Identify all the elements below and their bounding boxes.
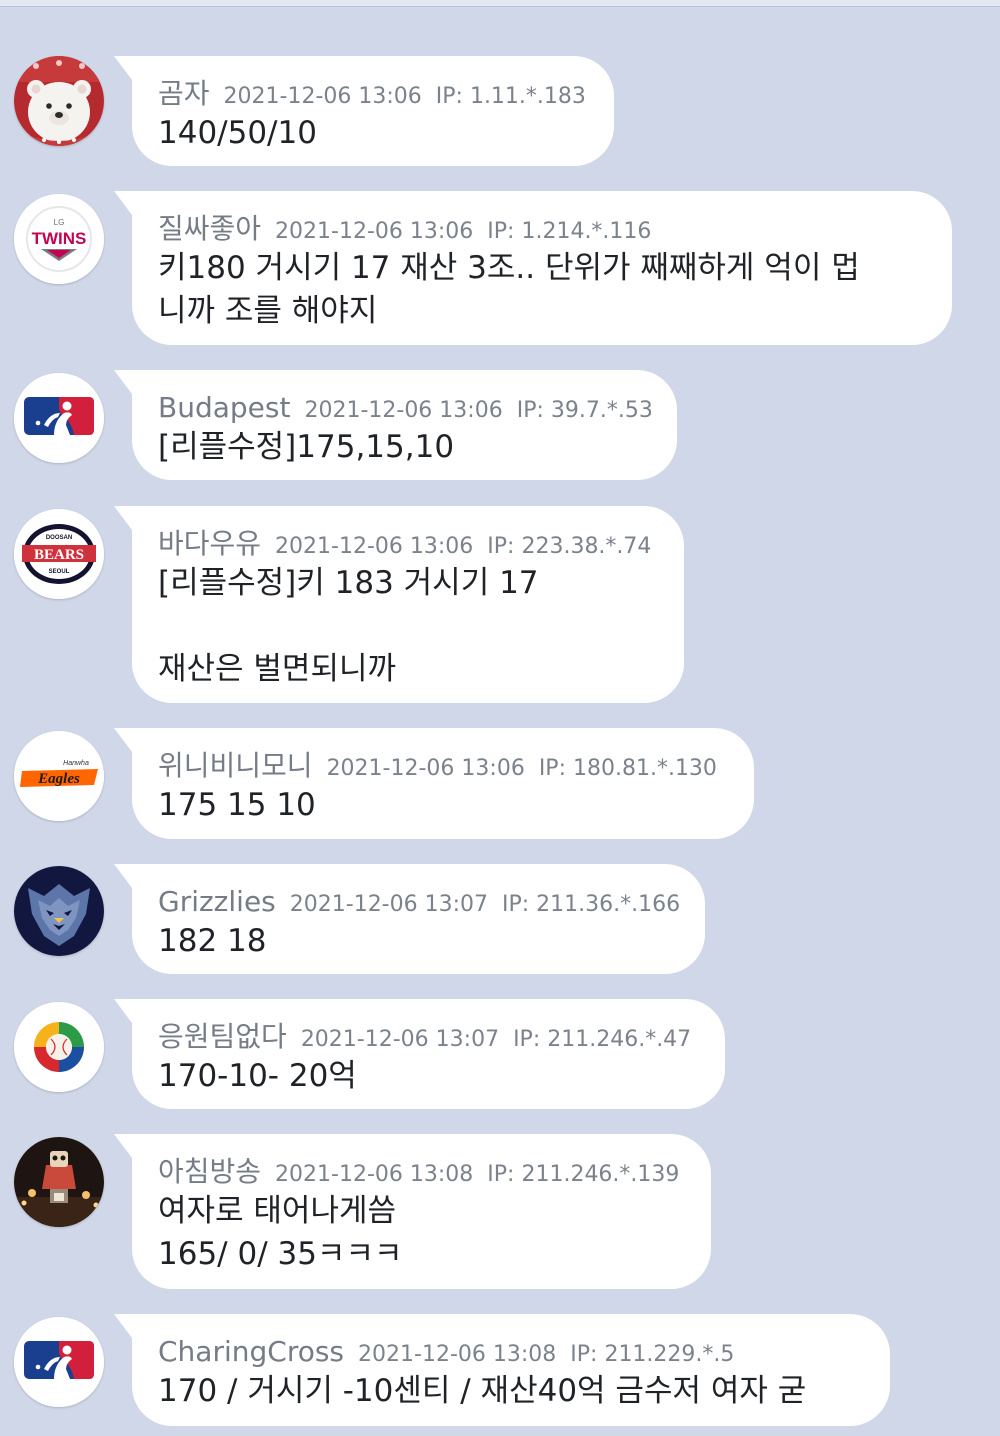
grizzlies-logo-icon[interactable] [14,866,104,956]
comment-bubble: Budapest 2021-12-06 13:06 IP: 39.7.*.53 [리… [114,370,677,480]
comment-timestamp: 2021-12-06 13:06 [275,534,474,559]
comment-timestamp: 2021-12-06 13:06 [275,219,474,244]
comment-meta: 응원팀없다 2021-12-06 13:07 IP: 211.246.*.47 [158,1021,693,1053]
comment-timestamp: 2021-12-06 13:07 [289,892,489,917]
comment-timestamp: 2021-12-06 13:07 [300,1027,500,1052]
comment-text: 182 18 [158,923,267,959]
lg-twins-logo-icon[interactable]: LG TWINS [14,194,104,284]
comment-ip: IP: 223.38.*.74 [487,534,652,559]
comment-nickname[interactable]: 바다우유 [158,527,261,560]
photo-avatar-icon[interactable] [14,1137,104,1227]
comment-ip: IP: 39.7.*.53 [516,398,653,423]
top-divider [0,0,1000,7]
lg-label: LG [54,218,65,227]
comment-nickname[interactable]: 응원팀없다 [158,1020,287,1053]
comment-bubble: 아침방송 2021-12-06 13:08 IP: 211.246.*.139 여자… [114,1134,711,1289]
mlb-logo-icon[interactable] [14,1317,104,1407]
comment-text: 140/50/10 [158,115,317,151]
comment-timestamp: 2021-12-06 13:08 [275,1162,474,1187]
comment-text: [리플수정]175,15,10 [158,429,455,465]
comment-meta: 바다우유 2021-12-06 13:06 IP: 223.38.*.74 [158,528,652,560]
comment-meta: 위니비니모니 2021-12-06 13:06 IP: 180.81.*.130 [158,750,722,782]
comment-meta: Budapest 2021-12-06 13:06 IP: 39.7.*.53 [158,391,653,424]
comment-meta: Grizzlies 2021-12-06 13:07 IP: 211.36.*.16… [158,885,680,918]
comment-nickname[interactable]: Budapest [158,391,290,424]
comment-timestamp: 2021-12-06 13:06 [326,756,525,781]
comment-nickname[interactable]: 곰자 [158,77,210,110]
polar-bear-icon[interactable] [14,56,104,146]
doosan-bears-logo-icon[interactable]: DOOSAN BEARS SEOUL [14,509,104,599]
doosan-label: DOOSAN [46,535,72,541]
comment-meta: 질싸좋아 2021-12-06 13:06 IP: 1.214.*.116 [158,213,920,245]
comment-ip: IP: 1.11.*.183 [435,84,586,109]
comment-nickname[interactable]: 위니비니모니 [158,749,313,782]
comment-meta: CharingCross 2021-12-06 13:08 IP: 211.229.… [158,1336,858,1368]
comment-timestamp: 2021-12-06 13:06 [223,84,422,109]
comment-ip: IP: 211.229.*.5 [570,1342,735,1367]
comment-ip: IP: 180.81.*.130 [538,756,717,781]
comment-bubble: 질싸좋아 2021-12-06 13:06 IP: 1.214.*.116 키180… [114,191,952,345]
comment-text: 여자로 태어나게씀 165/ 0/ 35ㅋㅋㅋ [158,1193,403,1272]
world-baseball-classic-logo-icon[interactable] [14,1002,104,1092]
comment-text: 키180 거시기 17 재산 3조.. 단위가 째째하게 억이 멉 니까 조를 … [158,250,860,329]
comment-timestamp: 2021-12-06 13:08 [358,1342,557,1367]
comment-nickname[interactable]: 아침방송 [158,1155,261,1188]
comment-nickname[interactable]: CharingCross [158,1335,344,1368]
hanwha-eagles-logo-icon[interactable]: Hanwha Eagles [14,731,104,821]
comment-bubble: 위니비니모니 2021-12-06 13:06 IP: 180.81.*.130 1… [114,728,754,839]
hanwha-label: Hanwha [63,760,89,767]
comment-nickname[interactable]: Grizzlies [158,885,276,918]
comment-ip: IP: 1.214.*.116 [487,219,652,244]
comment-text: 170-10- 20억 [158,1058,357,1094]
comment-text: 170 / 거시기 -10센티 / 재산40억 금수저 여자 굳 [158,1373,807,1409]
bears-label: BEARS [34,547,84,563]
eagles-label: Eagles [37,771,80,787]
twins-label: TWINS [32,229,87,248]
comment-nickname[interactable]: 질싸좋아 [158,212,261,245]
seoul-label: SEOUL [49,569,70,575]
comment-bubble: CharingCross 2021-12-06 13:08 IP: 211.229.… [114,1314,890,1426]
comment-meta: 곰자 2021-12-06 13:06 IP: 1.11.*.183 [158,77,586,110]
comment-bubble: 응원팀없다 2021-12-06 13:07 IP: 211.246.*.47 17… [114,999,725,1109]
comment-bubble: 곰자 2021-12-06 13:06 IP: 1.11.*.183 140/50/… [114,56,614,166]
comment-timestamp: 2021-12-06 13:06 [304,398,503,423]
mlb-logo-icon[interactable] [14,373,104,463]
comment-meta: 아침방송 2021-12-06 13:08 IP: 211.246.*.139 [158,1156,679,1188]
comment-bubble: Grizzlies 2021-12-06 13:07 IP: 211.36.*.16… [114,864,705,974]
comment-ip: IP: 211.246.*.139 [487,1162,680,1187]
comment-text: 175 15 10 [158,787,316,823]
comment-text: [리플수정]키 183 거시기 17 재산은 벌면되니까 [158,565,539,687]
comment-ip: IP: 211.36.*.166 [502,892,681,917]
comment-ip: IP: 211.246.*.47 [513,1027,692,1052]
comment-bubble: 바다우유 2021-12-06 13:06 IP: 223.38.*.74 [리플수… [114,506,684,703]
